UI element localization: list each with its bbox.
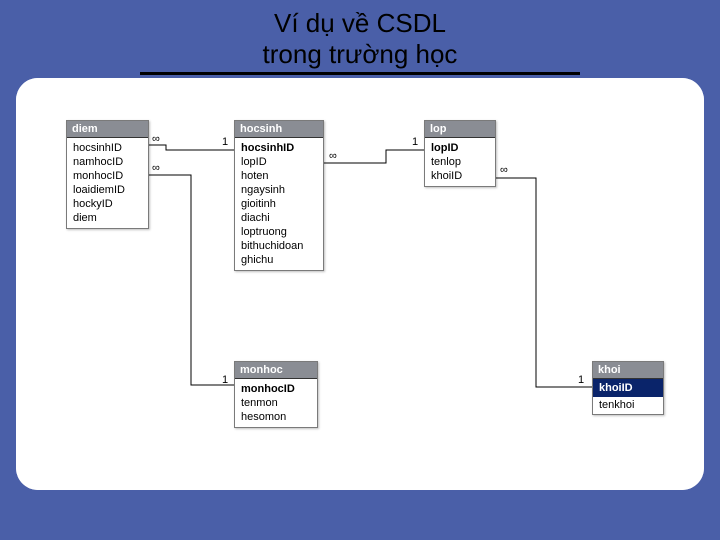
table-diem-header: diem: [67, 121, 148, 138]
table-monhoc-header: monhoc: [235, 362, 317, 379]
field[interactable]: hoten: [235, 169, 323, 183]
table-lop[interactable]: lop lopID tenlop khoiID: [424, 120, 496, 187]
table-khoi-body: khoiID tenkhoi: [593, 379, 663, 414]
field-selected[interactable]: khoiID: [593, 379, 663, 397]
field[interactable]: tenkhoi: [593, 397, 663, 414]
field-pk[interactable]: hocsinhID: [235, 141, 323, 155]
table-khoi-header: khoi: [593, 362, 663, 379]
table-monhoc-body: monhocID tenmon hesomon: [235, 379, 317, 427]
rel-one-1: 1: [222, 136, 228, 148]
field[interactable]: lopID: [235, 155, 323, 169]
field[interactable]: tenlop: [425, 155, 495, 169]
content-panel: ∞ 1 ∞ 1 ∞ 1 ∞ 1 diem hocsinhID namhocID …: [16, 78, 704, 490]
title-line-1: Ví dụ về CSDL: [140, 8, 580, 39]
field[interactable]: namhocID: [67, 155, 148, 169]
field[interactable]: monhocID: [67, 169, 148, 183]
field[interactable]: hocsinhID: [67, 141, 148, 155]
table-khoi[interactable]: khoi khoiID tenkhoi: [592, 361, 664, 415]
field[interactable]: ghichu: [235, 253, 323, 267]
rel-inf-4: ∞: [500, 164, 508, 176]
rel-inf-2: ∞: [152, 162, 160, 174]
table-hocsinh[interactable]: hocsinh hocsinhID lopID hoten ngaysinh g…: [234, 120, 324, 271]
table-diem-body: hocsinhID namhocID monhocID loaidiemID h…: [67, 138, 148, 228]
title-line-2: trong trường học: [140, 39, 580, 70]
rel-inf-3: ∞: [329, 150, 337, 162]
field[interactable]: gioitinh: [235, 197, 323, 211]
field[interactable]: diachi: [235, 211, 323, 225]
schema-canvas: ∞ 1 ∞ 1 ∞ 1 ∞ 1 diem hocsinhID namhocID …: [16, 78, 704, 490]
field[interactable]: bithuchidoan: [235, 239, 323, 253]
field[interactable]: diem: [67, 211, 148, 225]
field[interactable]: loptruong: [235, 225, 323, 239]
field[interactable]: ngaysinh: [235, 183, 323, 197]
table-lop-header: lop: [425, 121, 495, 138]
slide: Ví dụ về CSDL trong trường học ∞ 1 ∞ 1 ∞: [0, 0, 720, 540]
field[interactable]: loaidiemID: [67, 183, 148, 197]
rel-one-4: 1: [578, 374, 584, 386]
field[interactable]: hesomon: [235, 410, 317, 424]
rel-inf-1: ∞: [152, 133, 160, 145]
field-pk[interactable]: monhocID: [235, 382, 317, 396]
field[interactable]: hockyID: [67, 197, 148, 211]
table-monhoc[interactable]: monhoc monhocID tenmon hesomon: [234, 361, 318, 428]
table-hocsinh-body: hocsinhID lopID hoten ngaysinh gioitinh …: [235, 138, 323, 270]
table-lop-body: lopID tenlop khoiID: [425, 138, 495, 186]
table-hocsinh-header: hocsinh: [235, 121, 323, 138]
field[interactable]: tenmon: [235, 396, 317, 410]
rel-one-2: 1: [222, 374, 228, 386]
slide-title: Ví dụ về CSDL trong trường học: [140, 0, 580, 75]
rel-one-3: 1: [412, 136, 418, 148]
title-underline: [140, 72, 580, 75]
field[interactable]: khoiID: [425, 169, 495, 183]
field-pk[interactable]: lopID: [425, 141, 495, 155]
table-diem[interactable]: diem hocsinhID namhocID monhocID loaidie…: [66, 120, 149, 229]
